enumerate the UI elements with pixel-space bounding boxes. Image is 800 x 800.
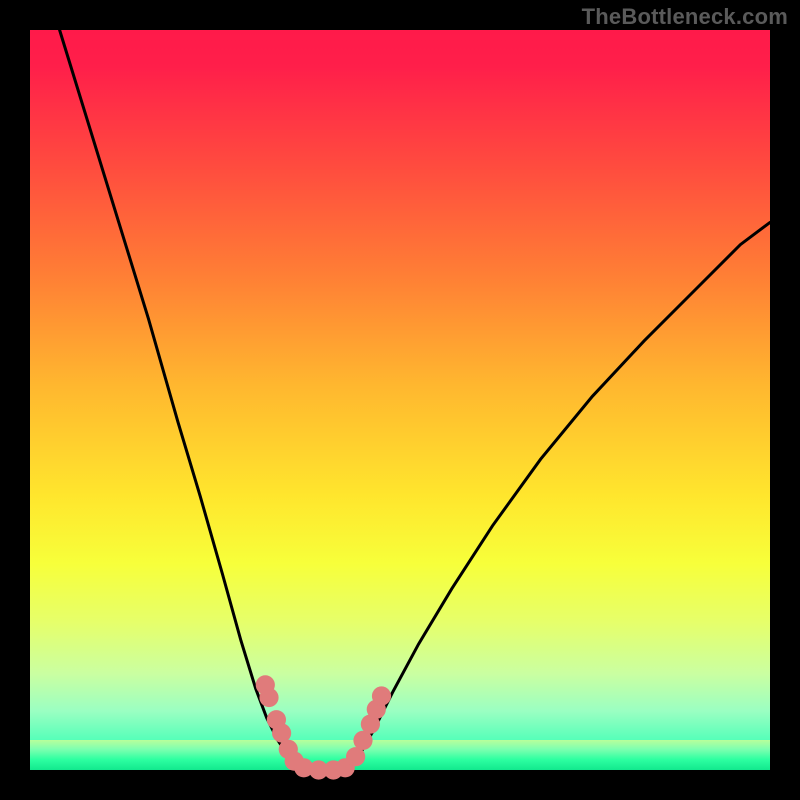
data-marker [353,731,372,750]
data-marker [346,747,365,766]
chart-frame: TheBottleneck.com [0,0,800,800]
plot-area [30,30,770,770]
left-branch-curve [60,30,303,770]
right-branch-curve [348,222,770,770]
data-marker [372,686,391,705]
watermark-text: TheBottleneck.com [582,4,788,30]
data-marker [259,688,278,707]
curve-layer [30,30,770,770]
marker-group [256,675,391,779]
